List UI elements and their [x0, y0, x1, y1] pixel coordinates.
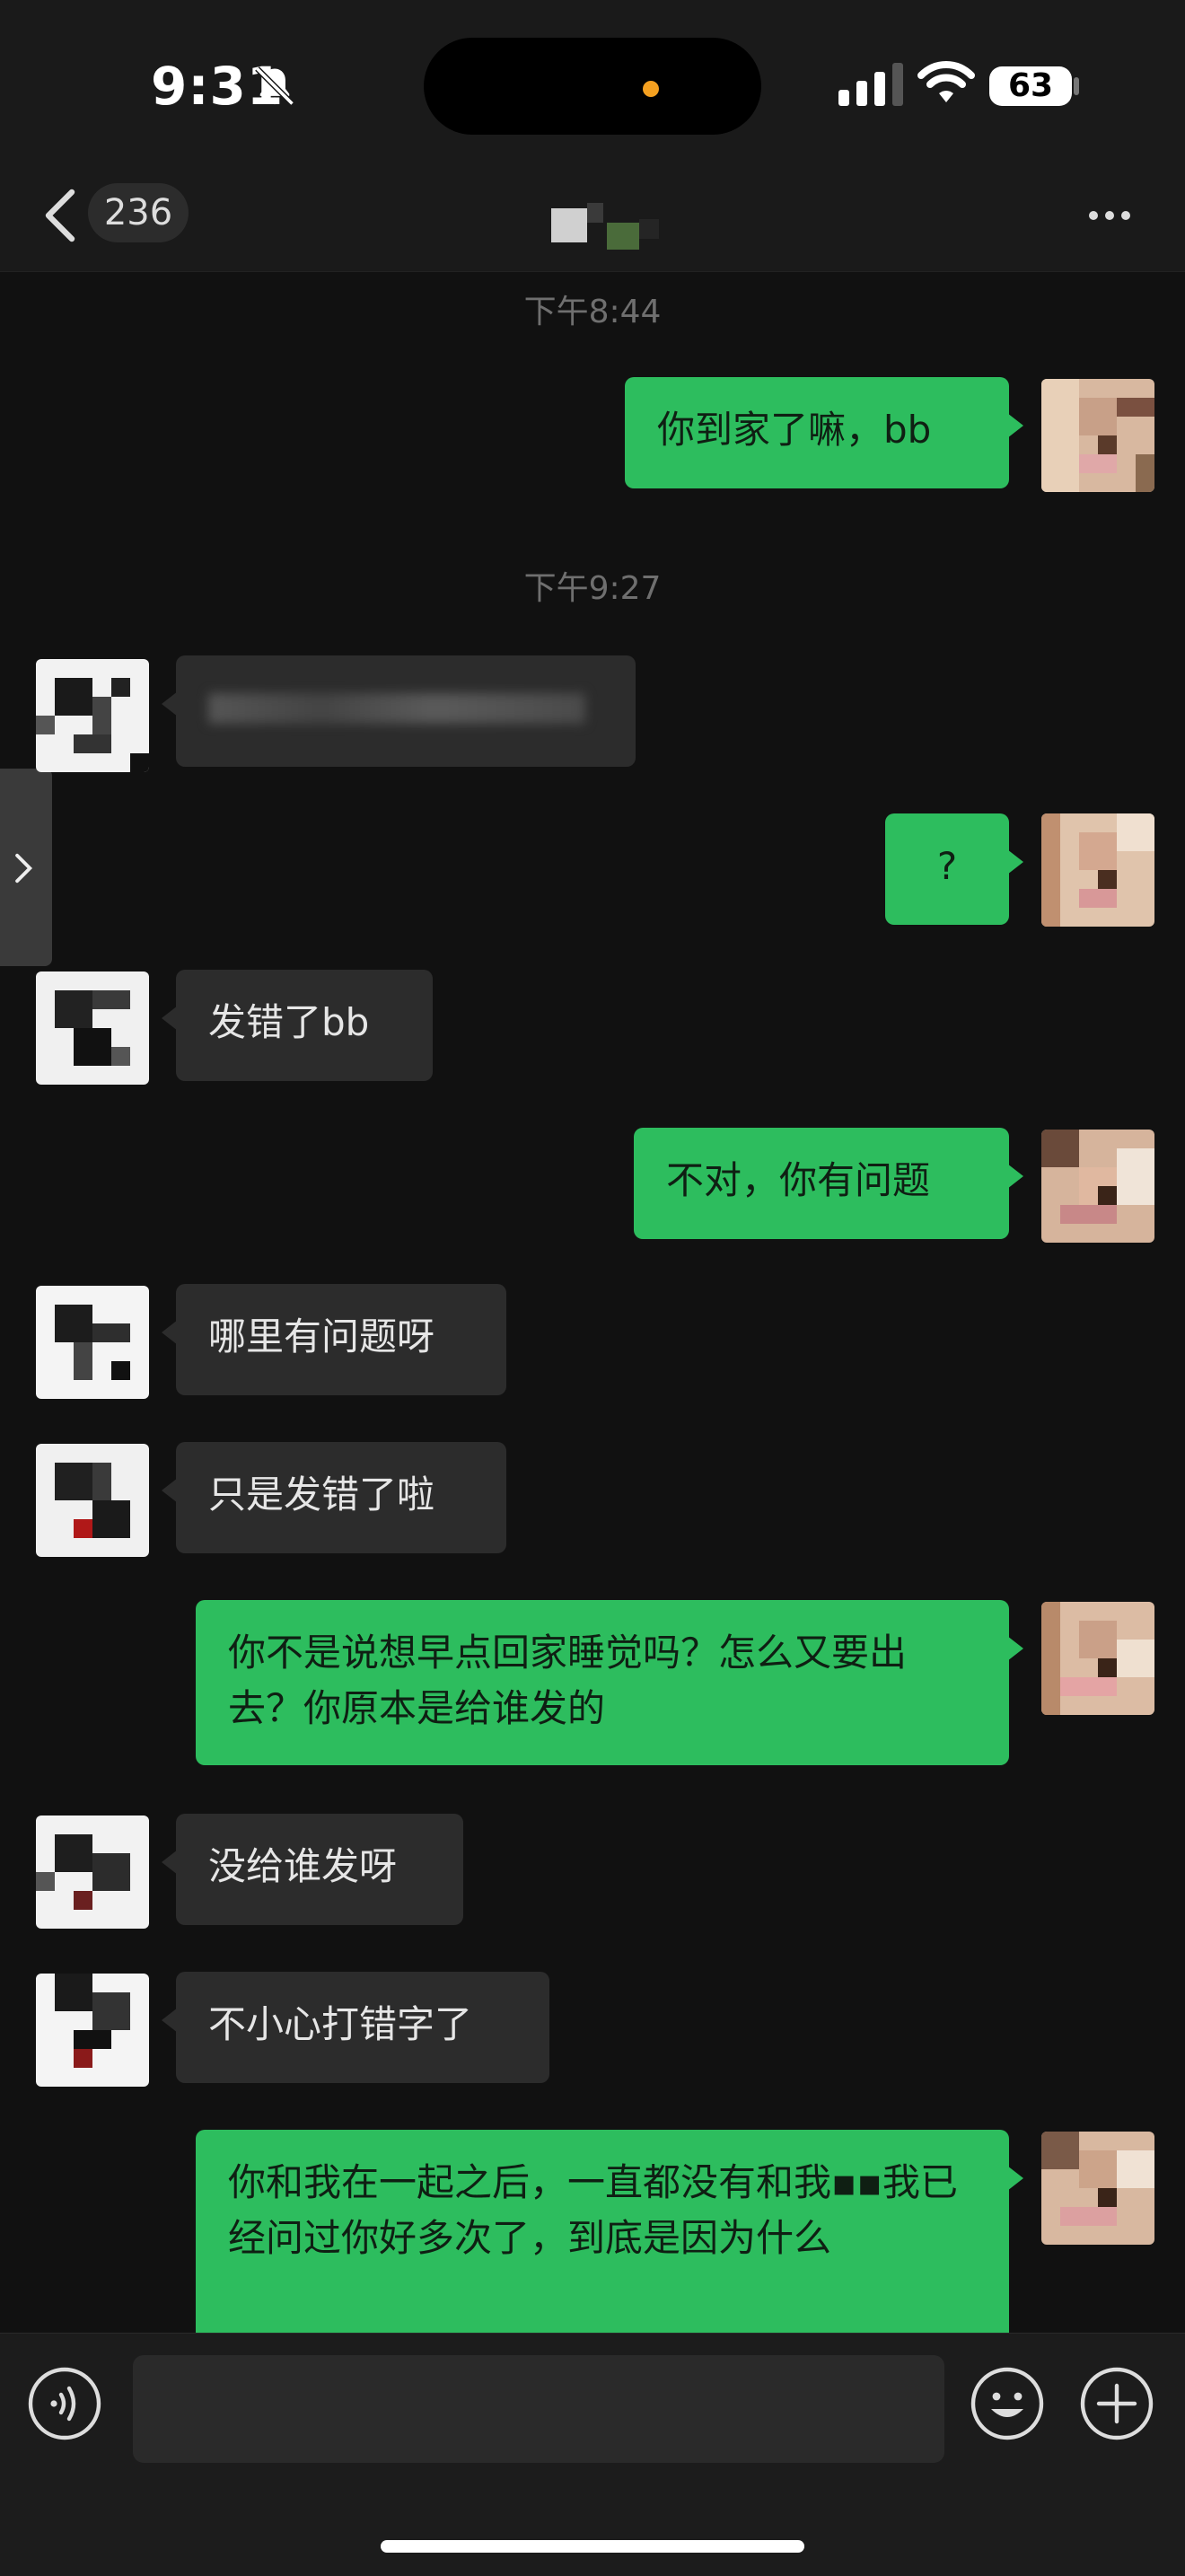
- blurred-message-text: [208, 693, 585, 724]
- timestamp-1: 下午8:44: [523, 294, 662, 330]
- contact-avatar[interactable]: [36, 1444, 149, 1557]
- message-bubble-in[interactable]: 没给谁发呀: [162, 1814, 463, 1925]
- my-avatar[interactable]: [1041, 2132, 1154, 2245]
- contact-avatar[interactable]: [36, 971, 149, 1085]
- voice-icon[interactable]: [27, 2366, 102, 2441]
- wifi-icon: [917, 61, 975, 102]
- contact-avatar[interactable]: [36, 1816, 149, 1929]
- emoji-icon[interactable]: [970, 2366, 1045, 2441]
- dynamic-island: [424, 38, 761, 135]
- message-bubble-in[interactable]: 只是发错了啦: [162, 1442, 506, 1553]
- chat-header: 236: [0, 144, 1185, 272]
- message-bubble-in[interactable]: 哪里有问题呀: [162, 1284, 506, 1395]
- battery-cap: [1074, 77, 1079, 95]
- message-bubble-out[interactable]: 不对，你有问题: [634, 1128, 1023, 1239]
- chevron-right-icon: [15, 853, 33, 884]
- contact-name-pixelated[interactable]: [551, 201, 666, 255]
- message-bubble-in[interactable]: 不小心打错字了: [162, 1972, 549, 2083]
- message-input[interactable]: [133, 2355, 944, 2463]
- home-indicator[interactable]: [381, 2540, 804, 2553]
- cellular-signal-icon: [838, 63, 903, 106]
- my-avatar[interactable]: [1041, 1602, 1154, 1715]
- privacy-indicator: [643, 81, 659, 97]
- plus-icon[interactable]: [1079, 2366, 1154, 2441]
- bell-slash-icon: [255, 66, 294, 106]
- message-bubble-out[interactable]: 你不是说想早点回家睡觉吗？怎么又要出去？你原本是给谁发的: [196, 1600, 1023, 1765]
- my-avatar[interactable]: [1041, 1130, 1154, 1243]
- message-bubble-out[interactable]: 你和我在一起之后，一直都没有和我▪▪我已经问过你好多次了，到底是因为什么: [196, 2130, 1023, 2354]
- message-bubble-in[interactable]: 发错了bb: [162, 970, 433, 1081]
- message-bubble-out[interactable]: ?: [885, 813, 1023, 925]
- contact-avatar[interactable]: [36, 659, 149, 772]
- side-panel-tab[interactable]: [0, 769, 52, 966]
- status-bar: 9:31 63: [0, 0, 1185, 144]
- more-icon[interactable]: [1083, 198, 1137, 233]
- message-bubble-out[interactable]: 你到家了嘛，bb: [625, 377, 1023, 488]
- my-avatar[interactable]: [1041, 379, 1154, 492]
- chevron-left-icon[interactable]: [40, 187, 83, 244]
- timestamp-2: 下午9:27: [523, 570, 662, 607]
- message-bubble-in-blurred[interactable]: [162, 655, 636, 767]
- contact-avatar[interactable]: [36, 1286, 149, 1399]
- unread-count-badge[interactable]: 236: [88, 183, 189, 242]
- battery-indicator: 63: [989, 66, 1072, 106]
- input-bar: [0, 2333, 1185, 2576]
- contact-avatar[interactable]: [36, 1974, 149, 2087]
- my-avatar[interactable]: [1041, 813, 1154, 927]
